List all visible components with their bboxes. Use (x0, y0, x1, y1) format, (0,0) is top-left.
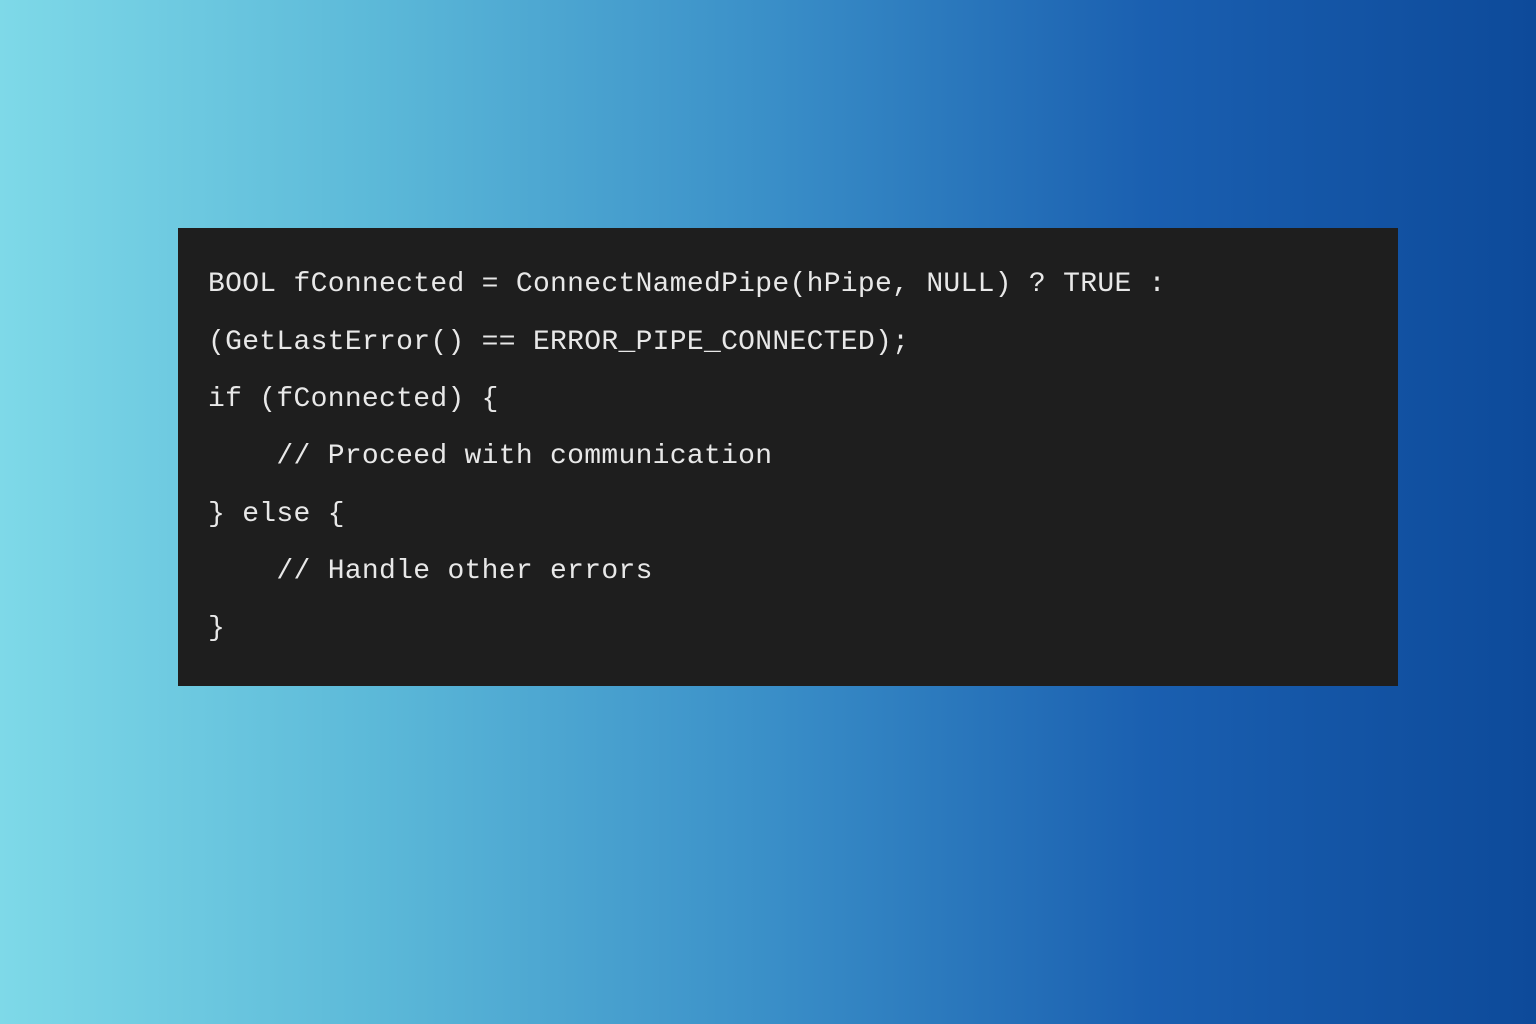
code-line-4: // Proceed with communication (208, 428, 1368, 485)
code-line-6: // Handle other errors (208, 543, 1368, 600)
code-line-1: BOOL fConnected = ConnectNamedPipe(hPipe… (208, 256, 1368, 313)
code-line-7: } (208, 600, 1368, 657)
code-block: BOOL fConnected = ConnectNamedPipe(hPipe… (178, 228, 1398, 686)
code-line-3: if (fConnected) { (208, 371, 1368, 428)
code-line-2: (GetLastError() == ERROR_PIPE_CONNECTED)… (208, 314, 1368, 371)
code-line-5: } else { (208, 486, 1368, 543)
